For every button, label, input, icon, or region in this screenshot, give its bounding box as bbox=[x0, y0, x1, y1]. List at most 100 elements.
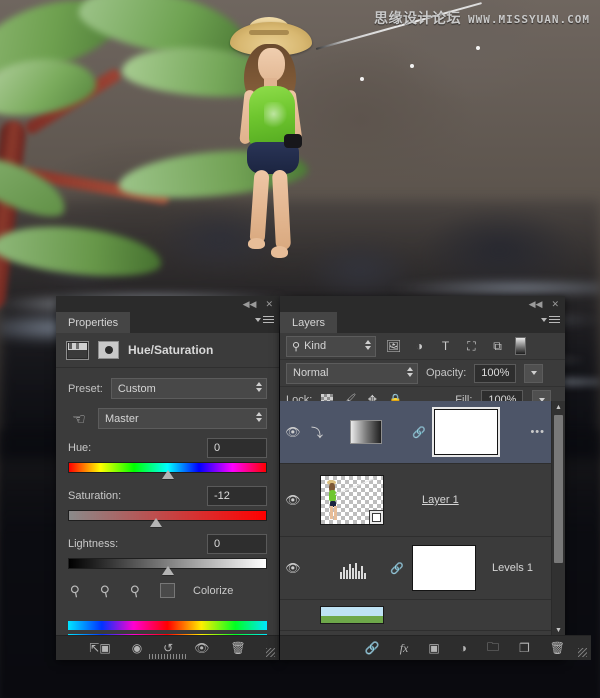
hue-slider-thumb[interactable] bbox=[161, 470, 174, 479]
close-icon[interactable]: ✕ bbox=[265, 299, 273, 309]
table-row[interactable]: 👁 Layer 1 bbox=[280, 464, 565, 537]
layers-scrollbar[interactable]: ▲ ▼ bbox=[551, 401, 565, 636]
layers-tabstrip: Layers bbox=[280, 312, 565, 333]
hue-row: Hue: 0 bbox=[68, 438, 267, 458]
face bbox=[258, 48, 285, 82]
saturation-slider-track[interactable] bbox=[68, 510, 267, 527]
hue-saturation-thumbnail[interactable] bbox=[350, 420, 382, 444]
eye-icon[interactable]: 👁 bbox=[280, 493, 306, 507]
new-group-icon[interactable]: 🗀 bbox=[487, 638, 499, 659]
collapse-icon[interactable]: ◀◀ bbox=[243, 299, 257, 309]
on-image-adjust-hand-icon[interactable]: ☜ bbox=[68, 409, 90, 429]
scroll-up-icon[interactable]: ▲ bbox=[552, 401, 565, 413]
table-row[interactable]: 👁 🔗 Levels 1 bbox=[280, 537, 565, 600]
levels-thumbnail[interactable] bbox=[336, 557, 370, 579]
table-row[interactable]: 👁 ⤵ 🔗 ••• bbox=[280, 401, 565, 464]
preset-value: Custom bbox=[117, 382, 156, 395]
colorize-checkbox[interactable] bbox=[160, 583, 175, 598]
layers-panel: ◀◀ ✕ Layers ⚲ Kind 🖼 ◑ T ⛶ ⧉ Normal Opac… bbox=[280, 296, 591, 660]
fishing-reel bbox=[284, 134, 302, 148]
link-mask-icon[interactable]: 🔗 bbox=[386, 562, 408, 575]
tab-layers[interactable]: Layers bbox=[280, 312, 338, 333]
hue-label: Hue: bbox=[68, 442, 92, 454]
blend-mode-row: Normal Opacity: 100% bbox=[280, 360, 565, 387]
add-mask-icon[interactable]: ▣ bbox=[428, 641, 439, 655]
eye-icon[interactable]: 👁 bbox=[280, 561, 306, 575]
background-thumbnail[interactable] bbox=[320, 606, 384, 624]
opacity-dropdown-icon[interactable] bbox=[524, 363, 544, 383]
layer-list[interactable]: 👁 ⤵ 🔗 ••• 👁 Layer 1 👁 🔗 Levels 1 bbox=[280, 401, 565, 636]
new-layer-icon[interactable]: ❐ bbox=[519, 641, 530, 655]
lightness-slider-track[interactable] bbox=[68, 558, 267, 575]
collapse-icon[interactable]: ◀◀ bbox=[529, 299, 543, 309]
pixel-layer-filter-icon[interactable]: 🖼 bbox=[386, 339, 401, 354]
hue-slider-track[interactable] bbox=[68, 462, 267, 479]
hue-value[interactable]: 0 bbox=[207, 438, 267, 458]
preset-select[interactable]: Custom bbox=[110, 378, 267, 399]
saturation-row: Saturation: -12 bbox=[68, 486, 267, 506]
blend-mode-value: Normal bbox=[293, 367, 329, 379]
type-layer-filter-icon[interactable]: T bbox=[438, 339, 453, 354]
panel-drag-grip[interactable] bbox=[148, 654, 187, 659]
rod-guide-1 bbox=[360, 77, 364, 81]
chevron-down-icon bbox=[541, 317, 547, 322]
channel-value: Master bbox=[105, 412, 139, 425]
layers-titlebar: ◀◀ ✕ bbox=[280, 296, 565, 312]
clip-to-layer-icon[interactable]: ⇱▣ bbox=[89, 641, 110, 655]
table-row[interactable]: 👁 bbox=[280, 600, 565, 631]
channel-select[interactable]: Master bbox=[98, 408, 267, 429]
row-overflow-icon[interactable]: ••• bbox=[530, 426, 545, 438]
eyedropper-plus-icon[interactable]: ⚲ bbox=[98, 580, 118, 600]
saturation-slider-thumb[interactable] bbox=[149, 518, 162, 527]
pixel-thumbnail[interactable] bbox=[320, 475, 384, 525]
reset-icon[interactable]: ↺ bbox=[163, 641, 173, 655]
layer-mask-thumbnail[interactable] bbox=[412, 545, 476, 591]
opacity-value[interactable]: 100% bbox=[474, 363, 517, 383]
toggle-visibility-icon[interactable]: 👁 bbox=[194, 641, 209, 655]
lightness-value[interactable]: 0 bbox=[207, 534, 267, 554]
link-mask-icon[interactable]: 🔗 bbox=[408, 426, 430, 439]
filter-enable-toggle-icon[interactable] bbox=[515, 337, 526, 355]
delete-icon[interactable]: 🗑 bbox=[230, 641, 245, 655]
layer-mask-icon[interactable] bbox=[98, 341, 119, 359]
view-previous-state-icon[interactable]: ◉ bbox=[132, 641, 142, 655]
stepper-icon[interactable] bbox=[365, 339, 371, 350]
tab-properties[interactable]: Properties bbox=[56, 312, 131, 333]
hue-saturation-icon bbox=[66, 340, 89, 360]
resize-grip[interactable] bbox=[266, 648, 275, 657]
delete-layer-icon[interactable]: 🗑 bbox=[550, 641, 565, 655]
stepper-icon[interactable] bbox=[407, 366, 413, 377]
eyedropper-minus-icon[interactable]: ⚲ bbox=[128, 580, 148, 600]
scrollbar-thumb[interactable] bbox=[554, 415, 563, 563]
smart-object-filter-icon[interactable]: ⧉ bbox=[490, 339, 505, 354]
adjustment-layer-filter-icon[interactable]: ◑ bbox=[412, 339, 427, 354]
filter-kind-select[interactable]: ⚲ Kind bbox=[286, 335, 376, 357]
layer-mask-thumbnail[interactable] bbox=[432, 407, 500, 457]
hamburger-icon bbox=[263, 316, 274, 323]
eye-icon[interactable]: 👁 bbox=[280, 425, 306, 439]
rod-tip bbox=[476, 46, 480, 50]
properties-panel: ◀◀ ✕ Properties Hue/Saturation Preset: C… bbox=[56, 296, 279, 660]
panel-menu-icon[interactable] bbox=[255, 316, 274, 323]
eyedropper-icon[interactable]: ⚲ bbox=[68, 580, 88, 600]
shape-layer-filter-icon[interactable]: ⛶ bbox=[464, 339, 479, 354]
lightness-label: Lightness: bbox=[68, 538, 119, 550]
blend-mode-select[interactable]: Normal bbox=[286, 362, 418, 384]
stepper-icon[interactable] bbox=[256, 412, 262, 422]
new-adjustment-icon[interactable]: ◑ bbox=[460, 641, 467, 655]
saturation-value[interactable]: -12 bbox=[207, 486, 267, 506]
resize-grip[interactable] bbox=[578, 648, 587, 657]
properties-header: Hue/Saturation bbox=[56, 333, 279, 368]
link-layers-icon[interactable]: 🔗 bbox=[365, 641, 380, 655]
panel-menu-icon[interactable] bbox=[541, 316, 560, 323]
properties-body: Preset: Custom ☜ Master Hue: 0 Saturatio… bbox=[56, 368, 279, 643]
hat-band bbox=[249, 30, 289, 35]
left-foot bbox=[248, 238, 265, 249]
girl-cutout-layer bbox=[216, 17, 326, 267]
watermark: 思缘设计论坛 WWW.MISSYUAN.COM bbox=[374, 8, 590, 28]
lightness-slider-thumb[interactable] bbox=[161, 566, 174, 575]
close-icon[interactable]: ✕ bbox=[551, 299, 559, 309]
fx-icon[interactable]: fx bbox=[400, 641, 409, 656]
tank-top-print bbox=[264, 102, 288, 132]
stepper-icon[interactable] bbox=[256, 382, 262, 392]
